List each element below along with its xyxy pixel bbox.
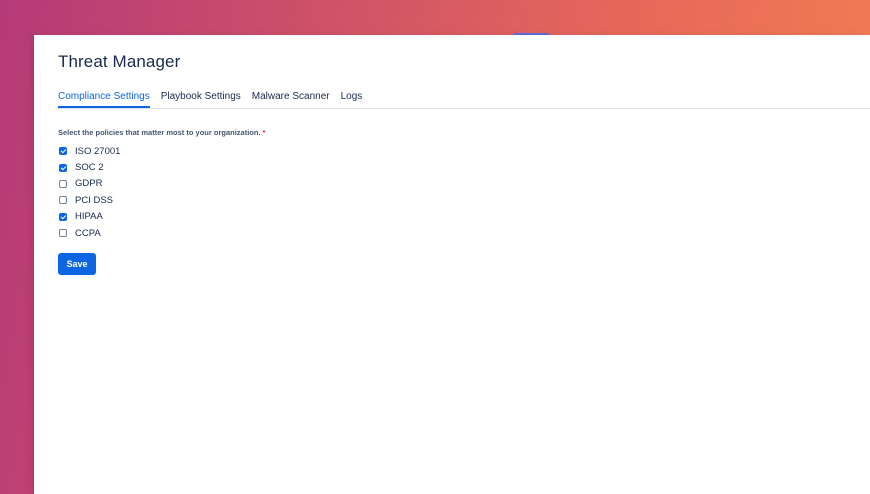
policy-option-gdpr[interactable]: GDPR	[58, 176, 265, 192]
tab-logs[interactable]: Logs	[341, 87, 363, 106]
policy-option-pci-dss[interactable]: PCI DSS	[58, 192, 265, 208]
checkbox-gdpr[interactable]	[59, 179, 67, 188]
tab-compliance-settings[interactable]: Compliance Settings	[58, 87, 150, 108]
policy-option-hipaa[interactable]: HIPAA	[58, 209, 265, 225]
save-button[interactable]: Save	[58, 253, 96, 275]
option-label-pci-dss: PCI DSS	[75, 194, 114, 206]
policy-option-ccpa[interactable]: CCPA	[58, 225, 265, 241]
app-window: Threat Manager Compliance Settings Playb…	[34, 35, 870, 494]
checkbox-soc-2[interactable]	[59, 163, 67, 172]
option-label-soc-2: SOC 2	[75, 162, 104, 174]
tab-bar: Compliance Settings Playbook Settings Ma…	[58, 87, 870, 109]
option-label-gdpr: GDPR	[75, 178, 103, 190]
policy-prompt: Select the policies that matter most to …	[58, 127, 265, 139]
policy-option-iso-27001[interactable]: ISO 27001	[58, 143, 265, 159]
tab-playbook-settings[interactable]: Playbook Settings	[161, 87, 241, 106]
tab-malware-scanner[interactable]: Malware Scanner	[252, 87, 330, 106]
policy-option-soc-2[interactable]: SOC 2	[58, 159, 265, 175]
required-marker: *	[262, 128, 266, 137]
option-label-ccpa: CCPA	[75, 227, 101, 239]
policy-form: Select the policies that matter most to …	[58, 127, 265, 241]
page-title: Threat Manager	[58, 52, 181, 71]
option-label-iso-27001: ISO 27001	[75, 145, 121, 157]
checkbox-pci-dss[interactable]	[59, 196, 67, 205]
policy-prompt-text: Select the policies that matter most to …	[58, 128, 261, 137]
checkbox-ccpa[interactable]	[59, 229, 67, 238]
option-label-hipaa: HIPAA	[75, 211, 103, 223]
checkbox-hipaa[interactable]	[59, 212, 67, 221]
checkbox-iso-27001[interactable]	[59, 147, 67, 156]
